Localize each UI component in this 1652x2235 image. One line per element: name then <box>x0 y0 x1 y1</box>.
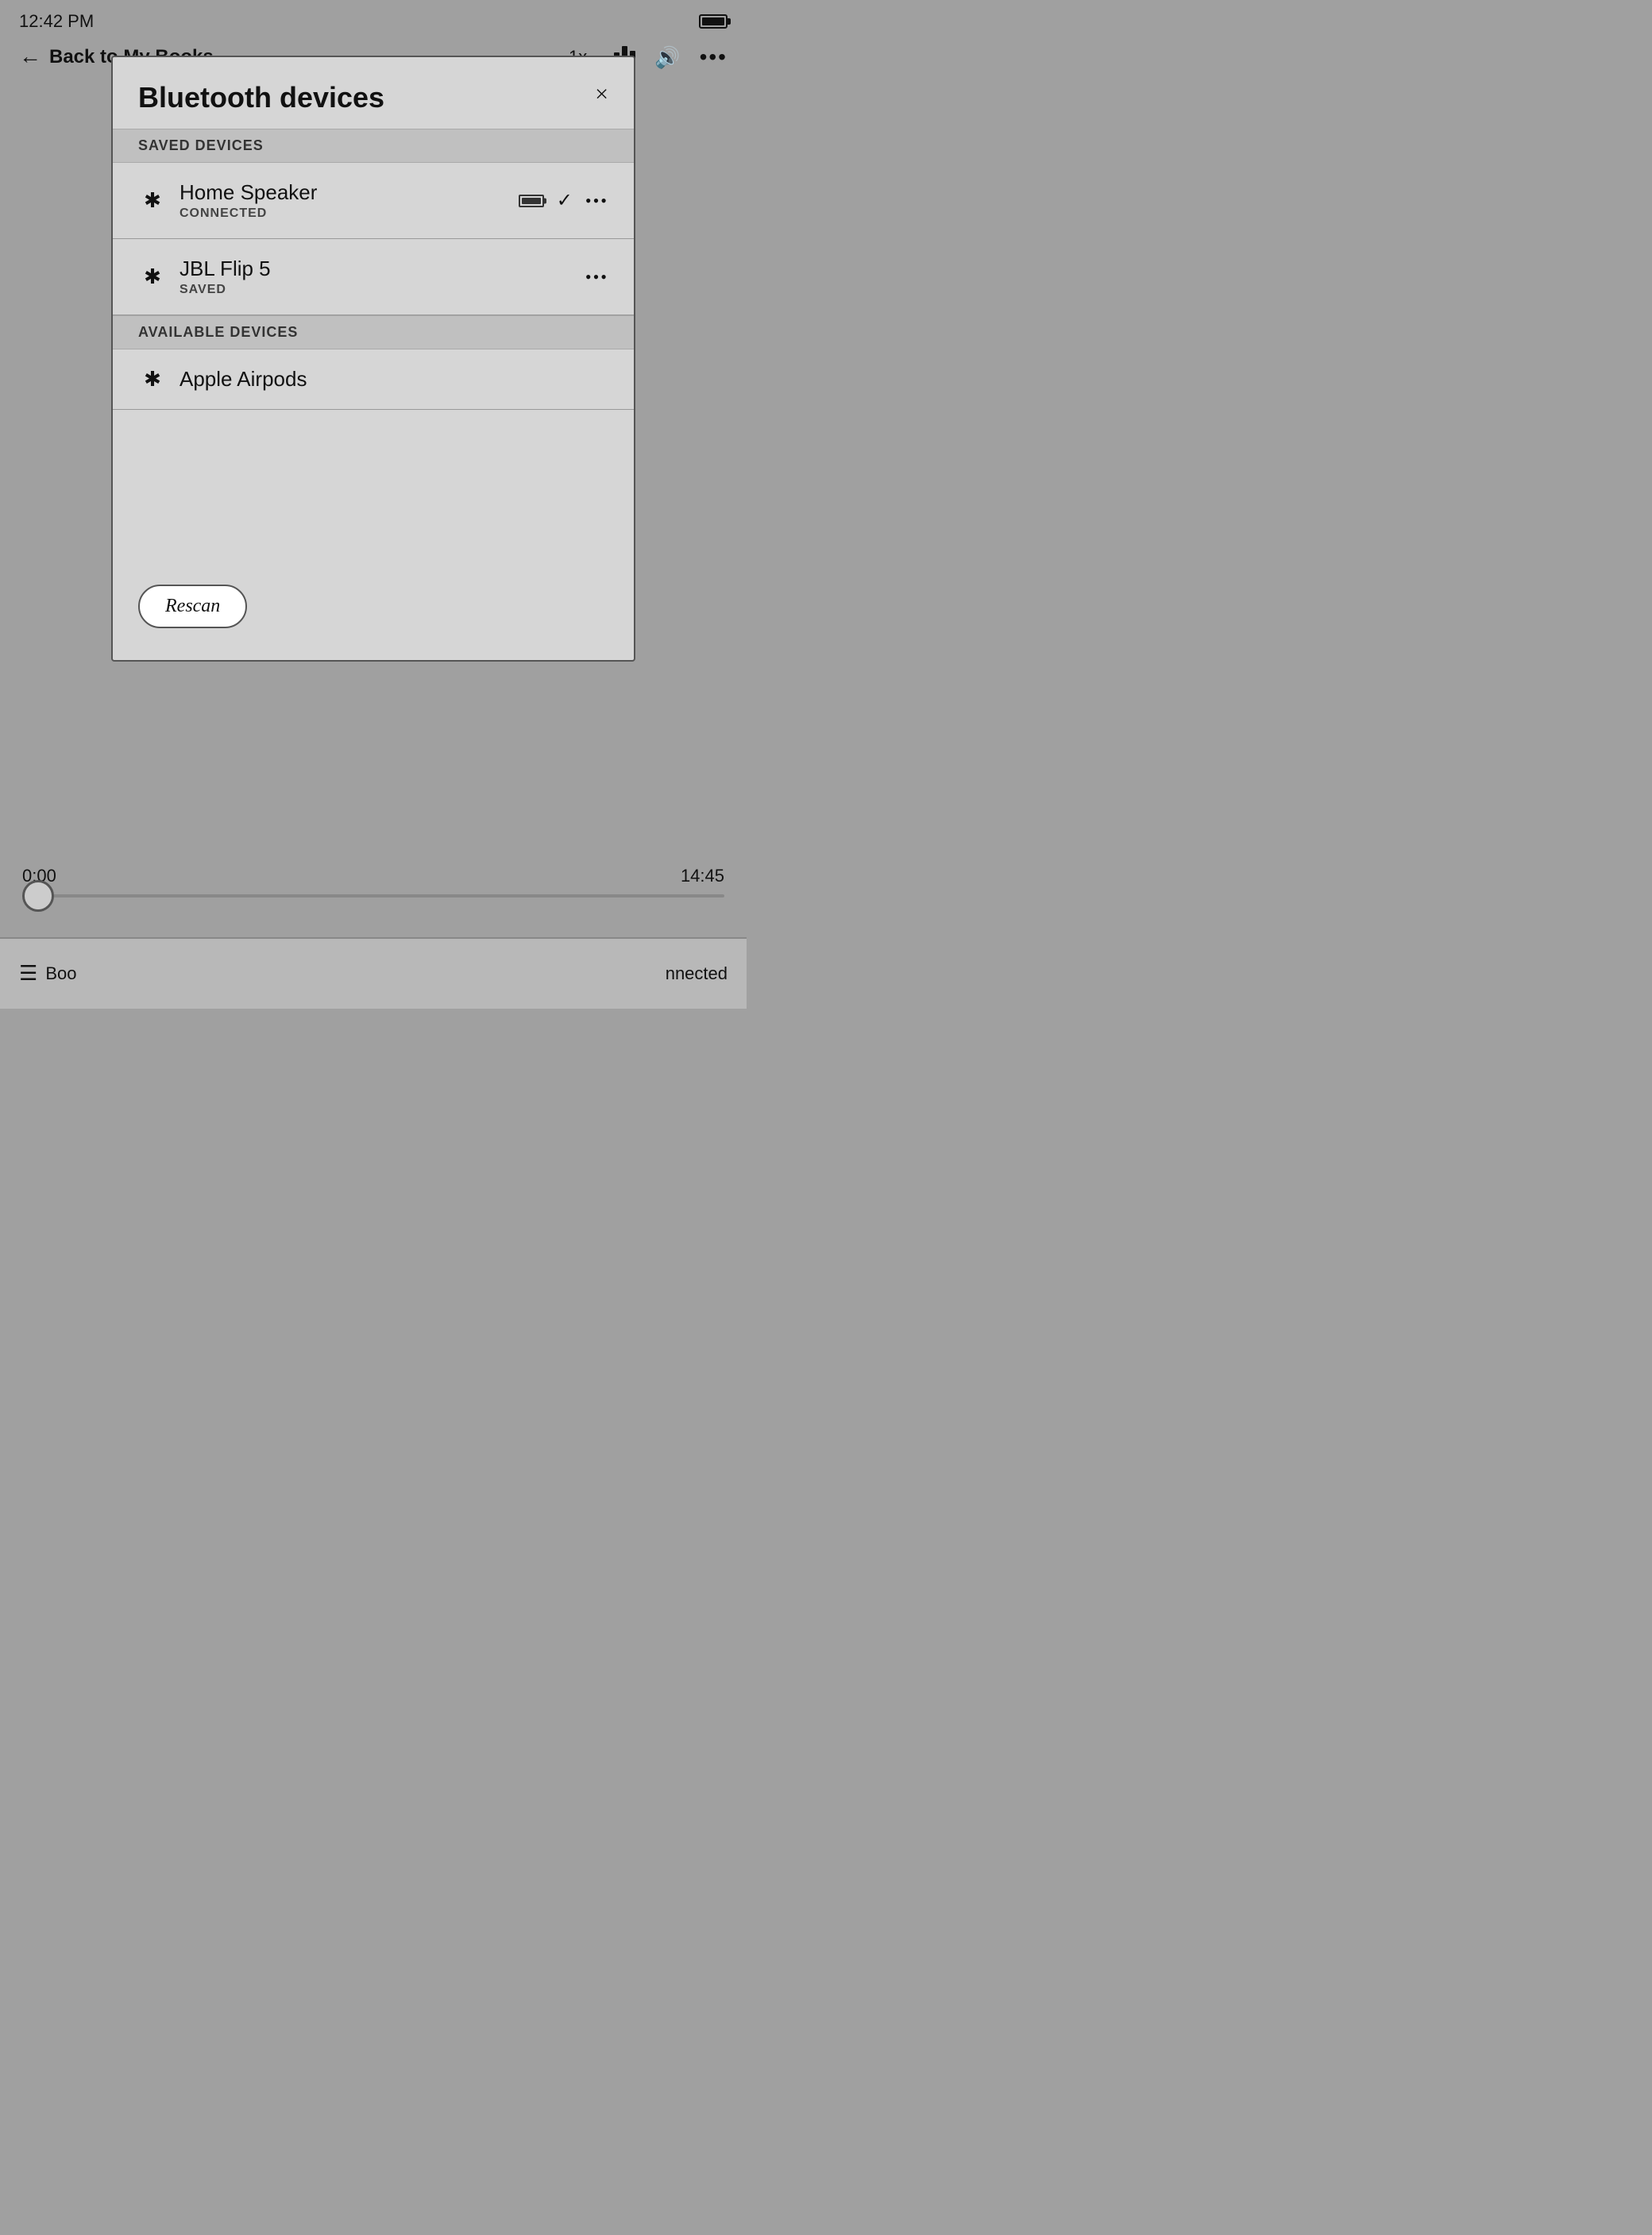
jbl-status: SAVED <box>179 283 585 297</box>
home-speaker-actions: ✓ ••• <box>519 189 608 212</box>
jbl-info: JBL Flip 5 SAVED <box>179 257 585 297</box>
home-speaker-status: CONNECTED <box>179 207 519 221</box>
battery-icon <box>699 14 728 29</box>
device-item-airpods[interactable]: ✱ Apple Airpods <box>113 349 634 410</box>
status-bar: 12:42 PM <box>0 0 747 40</box>
home-speaker-info: Home Speaker CONNECTED <box>179 180 519 221</box>
device-item-jbl-flip5[interactable]: ✱ JBL Flip 5 SAVED ••• <box>113 239 634 315</box>
airpods-info: Apple Airpods <box>179 367 608 392</box>
home-speaker-battery-icon <box>519 195 544 207</box>
home-speaker-name: Home Speaker <box>179 180 519 205</box>
bluetooth-icon-home-speaker: ✱ <box>138 189 167 213</box>
bluetooth-icon-jbl: ✱ <box>138 265 167 289</box>
progress-track[interactable] <box>22 894 724 897</box>
progress-area: 0:00 14:45 <box>0 866 747 897</box>
status-time: 12:42 PM <box>19 11 94 32</box>
jbl-name: JBL Flip 5 <box>179 257 585 281</box>
more-options-button[interactable]: ••• <box>700 44 728 70</box>
bottom-toolbar: ☰ Boo nnected <box>0 937 747 1009</box>
device-item-home-speaker[interactable]: ✱ Home Speaker CONNECTED ✓ ••• <box>113 163 634 239</box>
connected-checkmark-icon: ✓ <box>557 189 573 212</box>
rescan-button[interactable]: Rescan <box>138 585 247 628</box>
time-end: 14:45 <box>681 866 724 886</box>
saved-devices-header: SAVED DEVICES <box>113 129 634 163</box>
airpods-name: Apple Airpods <box>179 367 608 392</box>
home-speaker-more-button[interactable]: ••• <box>585 191 608 211</box>
modal-close-button[interactable]: × <box>595 83 608 106</box>
jbl-more-button[interactable]: ••• <box>585 267 608 288</box>
available-devices-header: AVAILABLE DEVICES <box>113 315 634 349</box>
modal-container: Bluetooth devices × SAVED DEVICES ✱ Home… <box>111 56 635 662</box>
rescan-container: Rescan <box>113 585 634 636</box>
time-row: 0:00 14:45 <box>19 866 728 886</box>
toolbar-left: ☰ Boo <box>19 962 76 986</box>
toolbar-connected-text: nnected <box>666 963 728 983</box>
modal-title: Bluetooth devices <box>138 81 384 114</box>
progress-thumb[interactable] <box>22 880 54 912</box>
jbl-actions: ••• <box>585 267 608 288</box>
list-icon[interactable]: ☰ <box>19 962 37 986</box>
bluetooth-modal: Bluetooth devices × SAVED DEVICES ✱ Home… <box>111 56 635 662</box>
modal-header: Bluetooth devices × <box>113 57 634 129</box>
modal-spacer <box>113 410 634 585</box>
volume-icon[interactable]: 🔊 <box>654 45 680 70</box>
bluetooth-icon-airpods: ✱ <box>138 368 167 392</box>
toolbar-right: nnected <box>666 963 728 984</box>
back-arrow-icon: ← <box>19 46 41 68</box>
toolbar-book-text: Boo <box>45 963 76 984</box>
